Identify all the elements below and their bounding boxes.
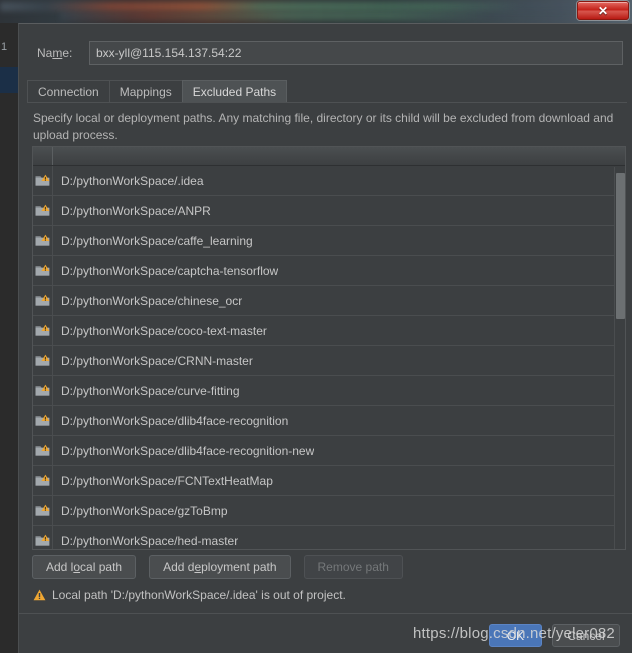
folder-warning-icon	[35, 444, 50, 456]
warning-triangle-icon	[33, 589, 46, 601]
warning-message: Local path 'D:/pythonWorkSpace/.idea' is…	[52, 588, 346, 602]
folder-warning-icon	[35, 234, 50, 246]
row-icon-cell	[33, 345, 53, 376]
add-local-path-button[interactable]: Add l o cal path	[32, 555, 137, 579]
table-header-path-column[interactable]	[53, 147, 625, 165]
folder-warning-icon	[35, 504, 50, 516]
row-path-label: D:/pythonWorkSpace/.idea	[61, 173, 204, 188]
add-local-mnemonic: o	[73, 560, 81, 574]
table-row[interactable]: D:/pythonWorkSpace/dlib4face-recognition	[33, 405, 625, 436]
row-icon-cell	[33, 225, 53, 256]
name-row: Name:	[19, 40, 632, 66]
name-label-post: e:	[62, 46, 73, 60]
add-deployment-pre: Add d	[163, 560, 195, 574]
ok-button[interactable]: OK	[489, 624, 542, 647]
gutter-highlight	[0, 67, 18, 93]
add-local-post: cal path	[80, 560, 123, 574]
table-header-icon-column[interactable]	[33, 147, 53, 165]
row-icon-cell	[33, 465, 53, 496]
row-icon-cell	[33, 405, 53, 436]
table-row[interactable]: D:/pythonWorkSpace/dlib4face-recognition…	[33, 435, 625, 466]
table-body: D:/pythonWorkSpace/.idea D:/pythonWorkSpa…	[33, 166, 625, 549]
close-icon: ✕	[597, 3, 609, 18]
row-path-label: D:/pythonWorkSpace/chinese_ocr	[61, 293, 243, 308]
name-label: Name:	[19, 46, 89, 60]
table-row[interactable]: D:/pythonWorkSpace/curve-fitting	[33, 375, 625, 406]
tab-bar: Connection Mappings Excluded Paths	[27, 79, 627, 103]
name-label-pre: Na	[37, 46, 53, 60]
row-icon-cell	[33, 495, 53, 526]
row-icon-cell	[33, 285, 53, 316]
folder-warning-icon	[35, 174, 50, 186]
table-row[interactable]: D:/pythonWorkSpace/coco-text-master	[33, 315, 625, 346]
table-row[interactable]: D:/pythonWorkSpace/CRNN-master	[33, 345, 625, 376]
row-path-label: D:/pythonWorkSpace/FCNTextHeatMap	[61, 473, 273, 488]
folder-warning-icon	[35, 414, 50, 426]
tab-mappings[interactable]: Mappings	[108, 80, 183, 103]
status-warning: Local path 'D:/pythonWorkSpace/.idea' is…	[33, 588, 346, 602]
name-label-mnemonic: m	[52, 46, 63, 60]
table-row[interactable]: D:/pythonWorkSpace/gzToBmp	[33, 495, 625, 526]
row-path-label: D:/pythonWorkSpace/curve-fitting	[61, 383, 240, 398]
row-icon-cell	[33, 435, 53, 466]
row-path-label: D:/pythonWorkSpace/ANPR	[61, 203, 211, 218]
folder-warning-icon	[35, 474, 50, 486]
row-icon-cell	[33, 166, 53, 196]
table-row[interactable]: D:/pythonWorkSpace/ANPR	[33, 195, 625, 226]
row-path-label: D:/pythonWorkSpace/dlib4face-recognition…	[61, 443, 315, 458]
folder-warning-icon	[35, 264, 50, 276]
path-action-buttons: Add l o cal path Add d e ployment path Remov…	[32, 555, 403, 579]
table-vertical-scrollbar[interactable]	[614, 167, 625, 549]
ide-background-gutter: 1	[0, 23, 18, 653]
cancel-button[interactable]: Cancel	[552, 624, 620, 647]
tab-connection[interactable]: Connection	[27, 80, 110, 103]
table-row[interactable]: D:/pythonWorkSpace/caffe_learning	[33, 225, 625, 256]
ide-background-strip	[0, 0, 632, 23]
name-input[interactable]	[89, 41, 623, 65]
add-local-pre: Add l	[46, 560, 74, 574]
table-row[interactable]: D:/pythonWorkSpace/chinese_ocr	[33, 285, 625, 316]
tab-excluded-paths[interactable]: Excluded Paths	[181, 80, 288, 103]
folder-warning-icon	[35, 324, 50, 336]
folder-warning-icon	[35, 534, 50, 546]
row-path-label: D:/pythonWorkSpace/hed-master	[61, 533, 239, 548]
close-button[interactable]: ✕	[577, 1, 629, 20]
table-row[interactable]: D:/pythonWorkSpace/FCNTextHeatMap	[33, 465, 625, 496]
row-path-label: D:/pythonWorkSpace/caffe_learning	[61, 233, 253, 248]
row-icon-cell	[33, 375, 53, 406]
folder-warning-icon	[35, 354, 50, 366]
folder-warning-icon	[35, 204, 50, 216]
screenshot-root: 1 ✕ Name: Connection Mappings Excluded P…	[0, 0, 632, 653]
row-icon-cell	[33, 315, 53, 346]
folder-warning-icon	[35, 294, 50, 306]
table-header	[33, 147, 625, 166]
table-row[interactable]: D:/pythonWorkSpace/captcha-tensorflow	[33, 255, 625, 286]
row-path-label: D:/pythonWorkSpace/gzToBmp	[61, 503, 228, 518]
row-icon-cell	[33, 255, 53, 286]
gutter-line-number: 1	[1, 41, 8, 53]
dialog-footer: OK Cancel	[19, 614, 632, 653]
description-text: Specify local or deployment paths. Any m…	[33, 111, 614, 142]
tab-underline	[27, 102, 627, 103]
add-deployment-mnemonic: e	[194, 560, 202, 574]
table-row[interactable]: D:/pythonWorkSpace/.idea	[33, 166, 625, 196]
row-path-label: D:/pythonWorkSpace/coco-text-master	[61, 323, 267, 338]
row-icon-cell	[33, 525, 53, 549]
add-deployment-post: ployment path	[201, 560, 277, 574]
row-path-label: D:/pythonWorkSpace/captcha-tensorflow	[61, 263, 279, 278]
excluded-paths-table: D:/pythonWorkSpace/.idea D:/pythonWorkSpa…	[32, 146, 626, 550]
row-path-label: D:/pythonWorkSpace/CRNN-master	[61, 353, 253, 368]
scrollbar-thumb[interactable]	[616, 173, 625, 319]
row-path-label: D:/pythonWorkSpace/dlib4face-recognition	[61, 413, 289, 428]
sftp-deployment-dialog: Name: Connection Mappings Excluded Paths…	[18, 23, 632, 653]
add-deployment-path-button[interactable]: Add d e ployment path	[149, 555, 291, 579]
folder-warning-icon	[35, 384, 50, 396]
remove-path-button[interactable]: Remove path	[303, 555, 403, 579]
table-row[interactable]: D:/pythonWorkSpace/hed-master	[33, 525, 625, 549]
row-icon-cell	[33, 195, 53, 226]
